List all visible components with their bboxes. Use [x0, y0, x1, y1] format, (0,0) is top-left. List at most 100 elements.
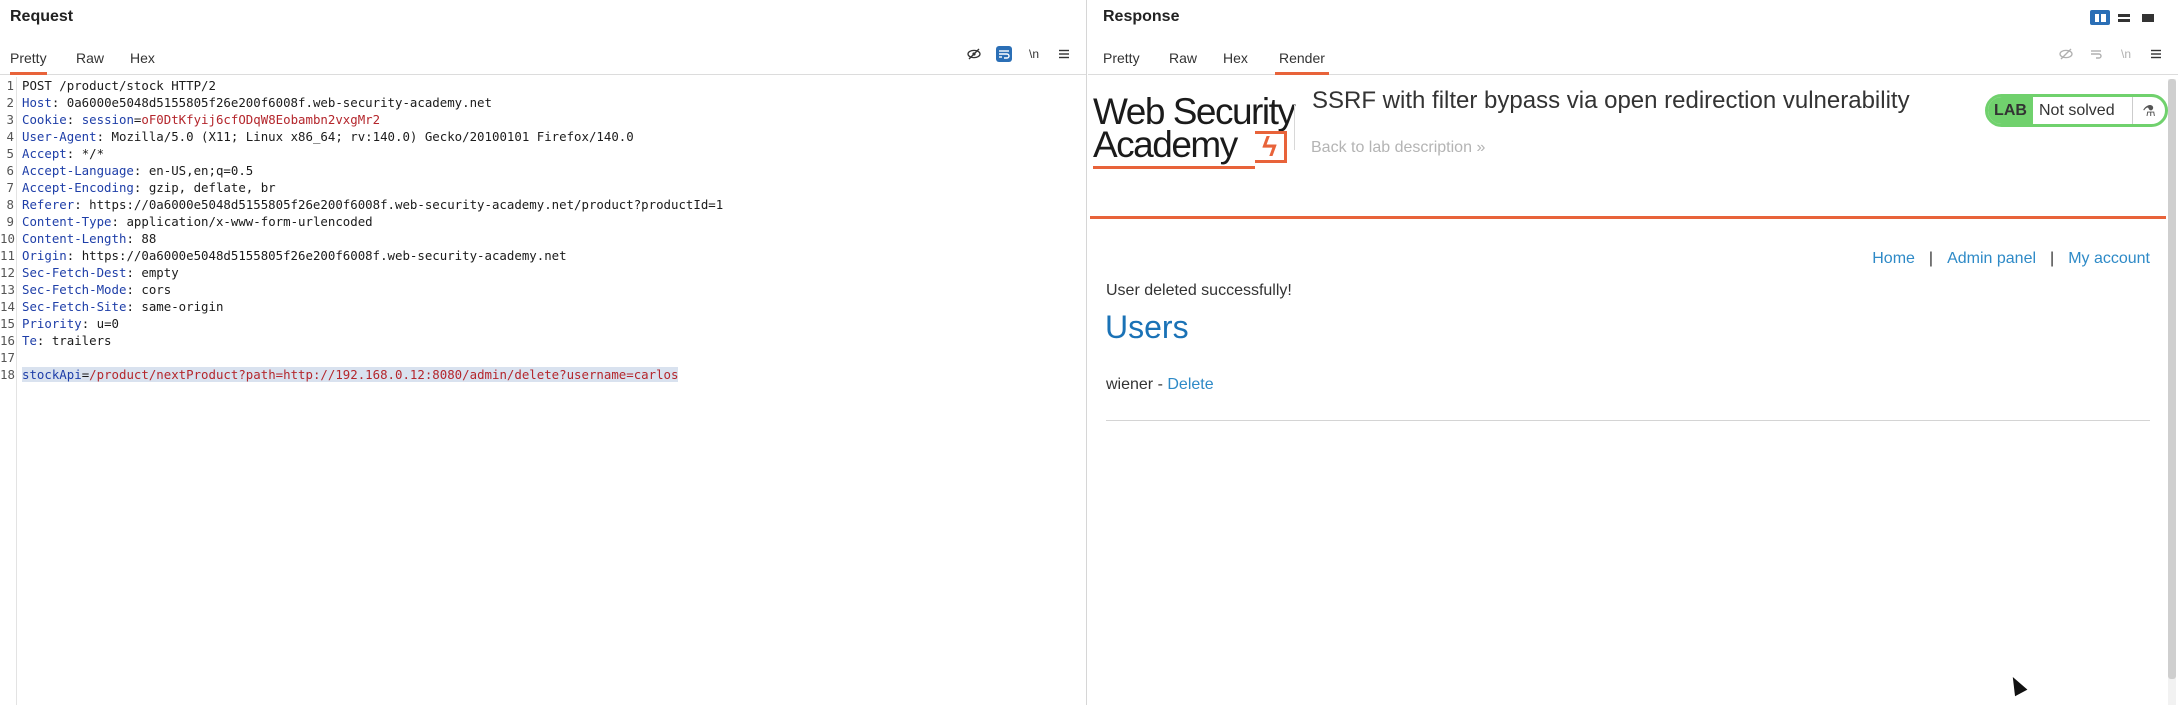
header-value: POST /product/stock HTTP/2	[22, 78, 216, 93]
top-nav: Home | Admin panel | My account	[1872, 250, 2150, 268]
request-tab-pretty[interactable]: Pretty	[10, 48, 47, 75]
header-name: Host	[22, 95, 52, 110]
line-number: 5	[6, 146, 14, 161]
header-separator: :	[66, 248, 82, 263]
header-name: Accept-Language	[22, 163, 134, 178]
header-name: Origin	[22, 248, 67, 263]
menu-icon[interactable]	[1056, 46, 1072, 62]
line-content: Sec-Fetch-Mode: cors	[22, 281, 171, 298]
header-value: u=0	[96, 316, 119, 331]
hide-icon[interactable]	[2058, 46, 2074, 62]
line-number: 14	[0, 299, 15, 314]
selected-body: stockApi=/product/nextProduct?path=http:…	[22, 367, 679, 382]
line-content: Priority: u=0	[22, 315, 119, 332]
header-name: Sec-Fetch-Mode	[22, 282, 127, 297]
header-value: gzip, deflate, br	[148, 180, 276, 195]
header-value: */*	[81, 146, 105, 161]
web-security-academy-logo[interactable]: Web Security Academy ϟ	[1093, 93, 1298, 169]
header-separator: :	[66, 146, 82, 161]
request-toolbar: \n	[966, 46, 1072, 62]
user-row: wiener - Delete	[1106, 376, 1214, 394]
wrap-icon[interactable]	[996, 46, 1012, 62]
request-editor[interactable]: 1 POST /product/stock HTTP/2 2 Host: 0a6000…	[0, 77, 1086, 705]
line-number: 9	[6, 214, 14, 229]
response-panel: Response Pretty Raw Hex Render \n Web Se…	[1088, 0, 2178, 705]
line-number: 6	[6, 163, 14, 178]
request-tab-hex[interactable]: Hex	[130, 48, 155, 75]
header-separator: :	[36, 333, 52, 348]
header-separator: :	[96, 129, 112, 144]
flask-icon: ⚗	[2132, 97, 2165, 124]
line-content: Sec-Fetch-Site: same-origin	[22, 298, 223, 315]
nav-my-account-link[interactable]: My account	[2068, 250, 2150, 268]
nav-home-link[interactable]: Home	[1872, 250, 1915, 268]
line-content: Cookie: session=oF0DtKfyij6cfODqW8Eobamb…	[22, 111, 380, 128]
header-divider	[1294, 105, 1295, 150]
lab-status-badge: LAB Not solved ⚗	[1985, 94, 2168, 127]
line-number: 15	[0, 316, 15, 331]
response-tab-pretty[interactable]: Pretty	[1103, 48, 1140, 75]
header-name: Cookie	[22, 112, 67, 127]
users-heading: Users	[1105, 309, 1189, 345]
header-name: Sec-Fetch-Site	[22, 299, 127, 314]
header-separator: :	[126, 282, 142, 297]
back-to-lab-link[interactable]: Back to lab description »	[1311, 139, 1485, 157]
header-value: https://0a6000e5048d5155805f26e200f6008f…	[81, 248, 567, 263]
header-separator: :	[126, 231, 142, 246]
stacked-layout-icon[interactable]	[2114, 10, 2134, 25]
wrap-icon[interactable]	[2088, 46, 2104, 62]
lab-status: Not solved	[2039, 101, 2115, 119]
line-content: POST /product/stock HTTP/2	[22, 77, 216, 94]
line-number: 1	[6, 78, 14, 93]
line-content: Host: 0a6000e5048d5155805f26e200f6008f.w…	[22, 94, 492, 111]
line-content: User-Agent: Mozilla/5.0 (X11; Linux x86_…	[22, 128, 634, 145]
line-number: 12	[0, 265, 15, 280]
header-value: en-US,en;q=0.5	[148, 163, 254, 178]
single-pane-layout-icon[interactable]	[2138, 10, 2158, 25]
side-by-side-layout-icon[interactable]	[2090, 10, 2110, 25]
header-value: same-origin	[141, 299, 224, 314]
response-tab-raw[interactable]: Raw	[1169, 48, 1197, 75]
header-separator: :	[74, 197, 90, 212]
line-number: 7	[6, 180, 14, 195]
newline-icon[interactable]: \n	[1026, 46, 1042, 62]
header-separator: :	[133, 163, 149, 178]
cookie-value: oF0DtKfyij6cfODqW8Eobambn2vxgMr2	[141, 112, 381, 127]
header-rule	[1090, 216, 2166, 219]
header-name: Accept-Encoding	[22, 180, 134, 195]
nav-separator: |	[2050, 250, 2055, 267]
request-tabs: Pretty Raw Hex	[0, 44, 1086, 75]
delete-user-link[interactable]: Delete	[1167, 376, 1213, 393]
double-chevron-icon: »	[1476, 139, 1486, 156]
nav-admin-panel-link[interactable]: Admin panel	[1947, 250, 2036, 268]
newline-icon[interactable]: \n	[2118, 46, 2134, 62]
lab-label: LAB	[1988, 97, 2033, 124]
menu-icon[interactable]	[2148, 46, 2164, 62]
response-tab-hex[interactable]: Hex	[1223, 48, 1248, 75]
vertical-scrollbar[interactable]	[2168, 79, 2176, 705]
line-content: Sec-Fetch-Dest: empty	[22, 264, 179, 281]
header-value: 88	[141, 231, 157, 246]
request-tab-raw[interactable]: Raw	[76, 48, 104, 75]
user-name: wiener	[1106, 376, 1154, 393]
request-title: Request	[10, 8, 74, 25]
line-number: 10	[0, 231, 15, 246]
line-content: Accept: */*	[22, 145, 104, 162]
header-name: Te	[22, 333, 37, 348]
hide-icon[interactable]	[966, 46, 982, 62]
response-tab-render[interactable]: Render	[1275, 48, 1329, 75]
back-link-label: Back to lab description	[1311, 139, 1472, 156]
header-name: Priority	[22, 316, 82, 331]
line-content: Te: trailers	[22, 332, 112, 349]
response-tabs: Pretty Raw Hex Render	[1088, 44, 2178, 75]
header-value: application/x-www-form-urlencoded	[126, 214, 373, 229]
cookie-name: session	[81, 112, 134, 127]
scrollbar-thumb[interactable]	[2168, 79, 2176, 679]
body-param-value: /product/nextProduct?path=http://192.168…	[89, 367, 679, 382]
header-separator: :	[133, 180, 149, 195]
lab-title: SSRF with filter bypass via open redirec…	[1312, 87, 1910, 114]
header-name: Content-Length	[22, 231, 127, 246]
line-content: Accept-Language: en-US,en;q=0.5	[22, 162, 253, 179]
line-number: 3	[6, 112, 14, 127]
header-value: trailers	[51, 333, 112, 348]
